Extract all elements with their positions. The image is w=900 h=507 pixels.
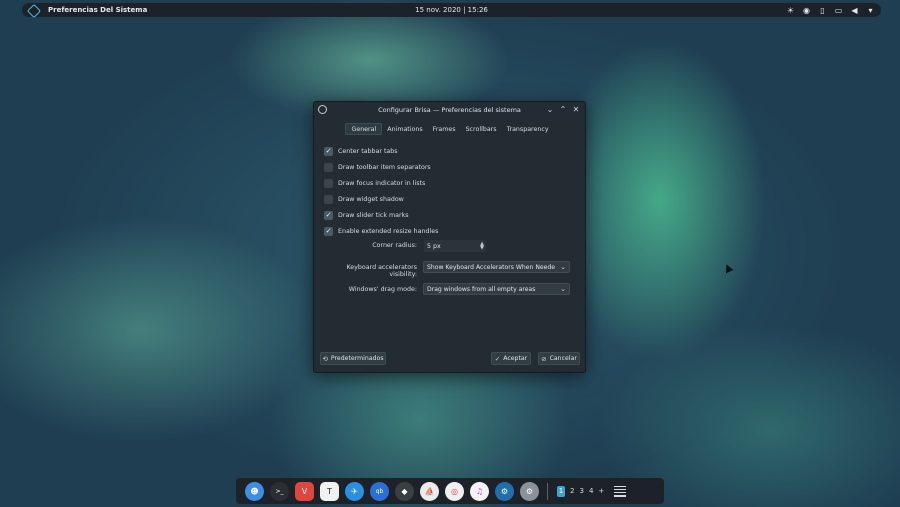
inkscape-icon[interactable]: ◆ <box>395 481 414 501</box>
dialog-titlebar[interactable]: Configurar Brisa — Preferencias del sist… <box>314 102 585 117</box>
qbittorrent-icon[interactable]: qb <box>370 481 389 501</box>
itunes-icon[interactable]: ♫ <box>470 481 489 501</box>
display-icon[interactable]: ▭ <box>834 6 843 15</box>
chevron-down-icon: ⌄ <box>560 285 566 293</box>
tab-animations[interactable]: Animations <box>382 123 427 135</box>
corner-radius-label: Corner radius: <box>372 242 417 249</box>
system-tray: ☀ ◉ ▯ ▭ ◀ ▾ <box>786 6 875 15</box>
maximize-icon[interactable]: ⌃ <box>559 104 567 114</box>
option-label: Enable extended resize handles <box>338 227 439 235</box>
kite-icon[interactable]: ✈ <box>345 481 364 501</box>
finder-icon[interactable]: ☻ <box>245 481 264 501</box>
cancel-icon: ⊘ <box>541 354 547 363</box>
keyboard-accelerators-value: Show Keyboard Accelerators When Needed <box>427 263 555 271</box>
ark-icon[interactable]: ⛵ <box>420 481 439 501</box>
mouse-cursor-icon <box>722 262 734 274</box>
cancel-button-label: Cancelar <box>549 355 577 362</box>
chevron-down-icon[interactable]: ▾ <box>866 6 875 15</box>
terminal-icon[interactable]: >_ <box>270 481 289 501</box>
window-controls: ⌄ ⌃ ✕ <box>546 104 580 114</box>
workspace-3[interactable]: 3 <box>579 487 583 495</box>
settings-icon[interactable]: ⚙ <box>520 481 539 501</box>
defaults-button-label: Predeterminados <box>330 355 384 362</box>
breeze-settings-dialog: Configurar Brisa — Preferencias del sist… <box>313 101 586 373</box>
defaults-button[interactable]: ⟲ Predeterminados <box>320 352 386 365</box>
chrome-icon[interactable]: ◎ <box>445 481 464 501</box>
accept-button[interactable]: ✓ Aceptar <box>491 352 531 365</box>
tab-general[interactable]: General <box>345 123 383 135</box>
tab-frames[interactable]: Frames <box>428 123 461 135</box>
brightness-icon[interactable]: ☀ <box>786 6 795 15</box>
option-label: Draw slider tick marks <box>338 211 409 219</box>
media-icon[interactable]: ◉ <box>802 6 811 15</box>
workspace-2[interactable]: 2 <box>570 487 574 495</box>
option-focus-indicator[interactable]: Draw focus indicator in lists <box>324 175 585 191</box>
accept-button-label: Aceptar <box>503 355 528 362</box>
general-options: ✓ Center tabbar tabs Draw toolbar item s… <box>314 143 585 239</box>
checkbox-unchecked[interactable] <box>324 178 333 188</box>
checkbox-checked[interactable]: ✓ <box>324 210 333 220</box>
option-extended-resize-handles[interactable]: ✓ Enable extended resize handles <box>324 223 585 239</box>
hamburger-menu-icon[interactable] <box>614 485 627 497</box>
checkbox-checked[interactable]: ✓ <box>324 226 333 236</box>
tab-scrollbars[interactable]: Scrollbars <box>461 123 502 135</box>
dock: ☻ >_ V T ✈ qb ◆ ⛵ ◎ ♫ ⚙ ⚙ 1 2 3 4 + <box>236 478 664 504</box>
app-logo-icon[interactable] <box>28 5 39 16</box>
option-label: Center tabbar tabs <box>338 147 398 155</box>
add-workspace-button[interactable]: + <box>598 487 604 495</box>
option-label: Draw toolbar item separators <box>338 163 431 171</box>
corner-radius-spinbox[interactable]: 5 px ▲ ▼ <box>424 240 486 252</box>
reset-icon: ⟲ <box>322 354 328 363</box>
typora-icon[interactable]: T <box>320 481 339 501</box>
window-menu-icon[interactable] <box>318 105 327 114</box>
option-widget-shadow[interactable]: Draw widget shadow <box>324 191 585 207</box>
option-label: Draw focus indicator in lists <box>338 179 426 187</box>
drag-mode-label: Windows' drag mode: <box>348 286 417 293</box>
cancel-button[interactable]: ⊘ Cancelar <box>538 352 580 365</box>
option-toolbar-separators[interactable]: Draw toolbar item separators <box>324 159 585 175</box>
drag-mode-combo[interactable]: Drag windows from all empty areas ⌄ <box>423 283 570 295</box>
keyboard-accelerators-combo[interactable]: Show Keyboard Accelerators When Needed ⌄ <box>423 261 570 273</box>
option-slider-tick-marks[interactable]: ✓ Draw slider tick marks <box>324 207 585 223</box>
chevron-down-icon: ⌄ <box>560 263 566 271</box>
clipboard-icon[interactable]: ▯ <box>818 6 827 15</box>
steam-icon[interactable]: ⚙ <box>495 481 514 501</box>
corner-radius-value: 5 px <box>427 242 441 250</box>
spin-arrows-icon[interactable]: ▲ ▼ <box>478 242 486 251</box>
workspace-switcher: 1 2 3 4 + <box>557 485 604 497</box>
dock-separator <box>547 482 548 500</box>
workspace-1[interactable]: 1 <box>557 485 565 497</box>
checkmark-icon: ✓ <box>494 354 501 363</box>
checkbox-unchecked[interactable] <box>324 194 333 204</box>
tab-bar: General Animations Frames Scrollbars Tra… <box>314 123 585 135</box>
tab-transparency[interactable]: Transparency <box>502 123 554 135</box>
volume-icon[interactable]: ◀ <box>850 6 859 15</box>
top-panel: Preferencias Del Sistema 15 nov. 2020 | … <box>22 3 881 17</box>
checkbox-checked[interactable]: ✓ <box>324 146 333 156</box>
close-icon[interactable]: ✕ <box>572 104 580 114</box>
active-app-name[interactable]: Preferencias Del Sistema <box>48 6 147 14</box>
dialog-title: Configurar Brisa — Preferencias del sist… <box>378 105 521 114</box>
workspace-4[interactable]: 4 <box>589 487 593 495</box>
minimize-icon[interactable]: ⌄ <box>546 104 554 114</box>
option-center-tabbar-tabs[interactable]: ✓ Center tabbar tabs <box>324 143 585 159</box>
option-label: Draw widget shadow <box>338 195 404 203</box>
drag-mode-value: Drag windows from all empty areas <box>427 285 536 293</box>
checkbox-unchecked[interactable] <box>324 162 333 172</box>
clock[interactable]: 15 nov. 2020 | 15:26 <box>415 6 488 14</box>
keyboard-accelerators-label: Keyboard accelerators visibility: <box>346 264 417 278</box>
vivaldi-icon[interactable]: V <box>295 481 314 501</box>
